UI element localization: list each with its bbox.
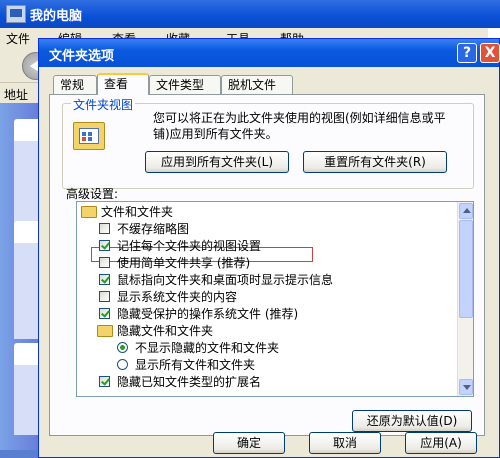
dialog-title: 文件夹选项 [49, 49, 115, 64]
advanced-settings-list: 文件和文件夹 不缓存缩略图 记住每个文件夹的视图设置 使用简单文件共享 (推荐)… [76, 201, 474, 397]
list-item-label: 隐藏文件和文件夹 [117, 324, 214, 338]
menu-file[interactable]: 文件 [6, 30, 30, 47]
scrollbar-thumb[interactable] [459, 220, 473, 318]
dialog-title-bar[interactable]: 文件夹选项 ? X [39, 39, 500, 67]
list-item-label: 隐藏已知文件类型的扩展名 [117, 375, 262, 389]
folder-icon [81, 206, 97, 218]
scroll-down-arrow-icon[interactable] [459, 379, 473, 395]
folder-options-dialog: 文件夹选项 ? X 常规 查看 文件类型 脱机文件 文件夹视图 您可以将正在为此… [38, 38, 500, 458]
folder-view-group: 文件夹视图 您可以将正在为此文件夹使用的视图(例如详细信息或平铺)应用到所有文件… [62, 96, 474, 189]
ok-button[interactable]: 确定 [213, 432, 285, 454]
close-button[interactable]: X [480, 43, 500, 63]
cancel-button[interactable]: 取消 [309, 432, 381, 454]
apply-to-all-folders-button[interactable]: 应用到所有文件夹(L) [145, 151, 289, 173]
explorer-title-bar[interactable]: 我的电脑 [0, 0, 500, 28]
address-label: 地址 [4, 88, 29, 102]
vertical-scrollbar[interactable] [457, 202, 473, 396]
tab-offline-files[interactable]: 脱机文件 [221, 75, 293, 94]
list-item-label: 鼠标指向文件夹和桌面项时显示提示信息 [117, 273, 334, 287]
list-item-label: 使用简单文件共享 (推荐) [117, 256, 251, 270]
apply-button[interactable]: 应用(A) [405, 432, 477, 454]
scroll-up-arrow-icon[interactable] [459, 203, 473, 219]
folder-icon [97, 325, 113, 337]
view-tab-panel: 文件夹视图 您可以将正在为此文件夹使用的视图(例如详细信息或平铺)应用到所有文件… [49, 94, 485, 436]
checkbox[interactable] [99, 257, 110, 268]
list-item-label: 隐藏受保护的操作系统文件 (推荐) [117, 307, 299, 321]
tab-file-types[interactable]: 文件类型 [149, 75, 221, 94]
list-item-label: 不显示隐藏的文件和文件夹 [135, 341, 280, 355]
list-item-label: 文件和文件夹 [101, 205, 174, 219]
tab-general[interactable]: 常规 [53, 75, 97, 94]
reset-all-folders-button[interactable]: 重置所有文件夹(R) [303, 151, 447, 173]
tab-view[interactable]: 查看 [97, 73, 149, 95]
folder-view-description: 您可以将正在为此文件夹使用的视图(例如详细信息或平铺)应用到所有文件夹。 [153, 111, 446, 141]
restore-defaults-button[interactable]: 还原为默认值(D) [352, 410, 472, 432]
list-item-label: 显示所有文件和文件夹 [135, 358, 256, 372]
explorer-title: 我的电脑 [30, 9, 83, 24]
list-item-label: 显示系统文件夹的内容 [117, 290, 238, 304]
checkbox[interactable] [99, 376, 110, 387]
checkbox[interactable] [99, 223, 110, 234]
checkbox[interactable] [99, 274, 110, 285]
help-button[interactable]: ? [457, 43, 477, 63]
checkbox[interactable] [99, 291, 110, 302]
list-item-label: 不缓存缩略图 [117, 222, 190, 236]
checkbox[interactable] [99, 240, 110, 251]
folder-view-icon [73, 122, 105, 150]
list-item-label: 记住每个文件夹的视图设置 [117, 239, 262, 253]
radio-button[interactable] [117, 342, 128, 353]
my-computer-icon [6, 5, 26, 23]
folder-view-group-label: 文件夹视图 [71, 96, 136, 113]
advanced-settings-label: 高级设置: [66, 187, 119, 201]
radio-button[interactable] [117, 359, 128, 370]
checkbox[interactable] [99, 308, 110, 319]
